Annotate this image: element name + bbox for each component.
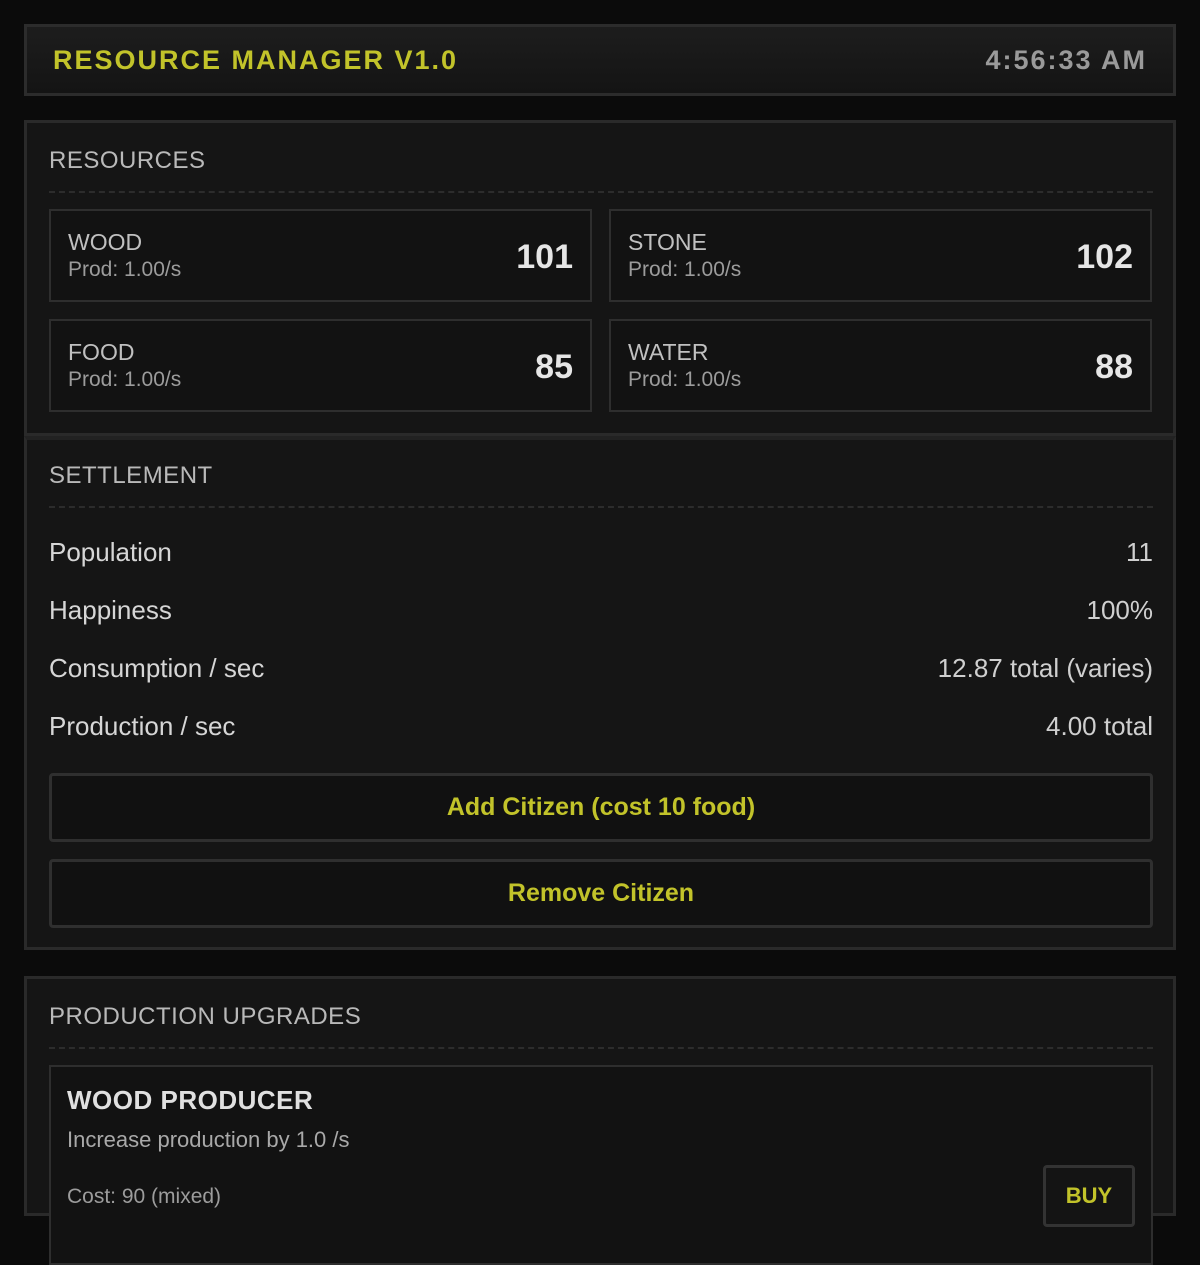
resource-amount: 102 [1076,238,1133,276]
resource-amount: 101 [516,238,573,276]
resources-panel: RESOURCES WOOD Prod: 1.00/s 101 STONE Pr… [24,120,1176,436]
upgrades-panel: PRODUCTION UPGRADES WOOD PRODUCER Increa… [24,976,1176,1265]
resource-card-wood: WOOD Prod: 1.00/s 101 [49,209,592,302]
stat-value: 12.87 total (varies) [937,652,1153,683]
app-header: RESOURCE MANAGER V1.0 4:56:33 AM [24,24,1176,96]
stat-happiness: Happiness 100% [49,590,1153,630]
upgrade-card-wood-producer: WOOD PRODUCER Increase production by 1.0… [49,1065,1153,1265]
resource-amount: 85 [535,348,573,386]
resources-title: RESOURCES [49,147,206,174]
stat-label: Happiness [49,594,172,625]
divider [49,1047,1153,1049]
stat-label: Population [49,536,172,567]
upgrade-cost: Cost: 90 (mixed) [67,1185,222,1208]
upgrade-name: WOOD PRODUCER [67,1085,314,1115]
settlement-panel: SETTLEMENT Population 11 Happiness 100% … [24,436,1176,950]
resource-card-water: WATER Prod: 1.00/s 88 [609,319,1152,412]
upgrades-title: PRODUCTION UPGRADES [49,1003,362,1030]
stat-label: Consumption / sec [49,652,265,683]
stat-production: Production / sec 4.00 total [49,706,1153,746]
app-title: RESOURCE MANAGER V1.0 [53,44,459,75]
divider [49,506,1153,508]
stat-value: 11 [1126,536,1153,567]
upgrade-description: Increase production by 1.0 /s [67,1127,350,1152]
stat-value: 100% [1086,594,1154,625]
divider [49,191,1153,193]
add-citizen-button[interactable]: Add Citizen (cost 10 food) [49,773,1153,842]
resource-card-food: FOOD Prod: 1.00/s 85 [49,319,592,412]
resource-name: FOOD [68,339,135,365]
resource-card-stone: STONE Prod: 1.00/s 102 [609,209,1152,302]
resource-name: WATER [628,339,709,365]
stat-value: 4.00 total [1046,710,1153,741]
stat-label: Production / sec [49,710,236,741]
resource-name: STONE [628,229,707,255]
resource-production: Prod: 1.00/s [68,368,182,391]
stat-population: Population 11 [49,532,1153,572]
resource-production: Prod: 1.00/s [68,258,182,281]
resource-production: Prod: 1.00/s [628,258,742,281]
clock: 4:56:33 AM [985,44,1147,75]
remove-citizen-button[interactable]: Remove Citizen [49,859,1153,928]
stat-consumption: Consumption / sec 12.87 total (varies) [49,648,1153,688]
resource-amount: 88 [1095,348,1133,386]
settlement-title: SETTLEMENT [49,462,213,489]
buy-button[interactable]: BUY [1043,1165,1135,1227]
resource-name: WOOD [68,229,143,255]
resource-production: Prod: 1.00/s [628,368,742,391]
